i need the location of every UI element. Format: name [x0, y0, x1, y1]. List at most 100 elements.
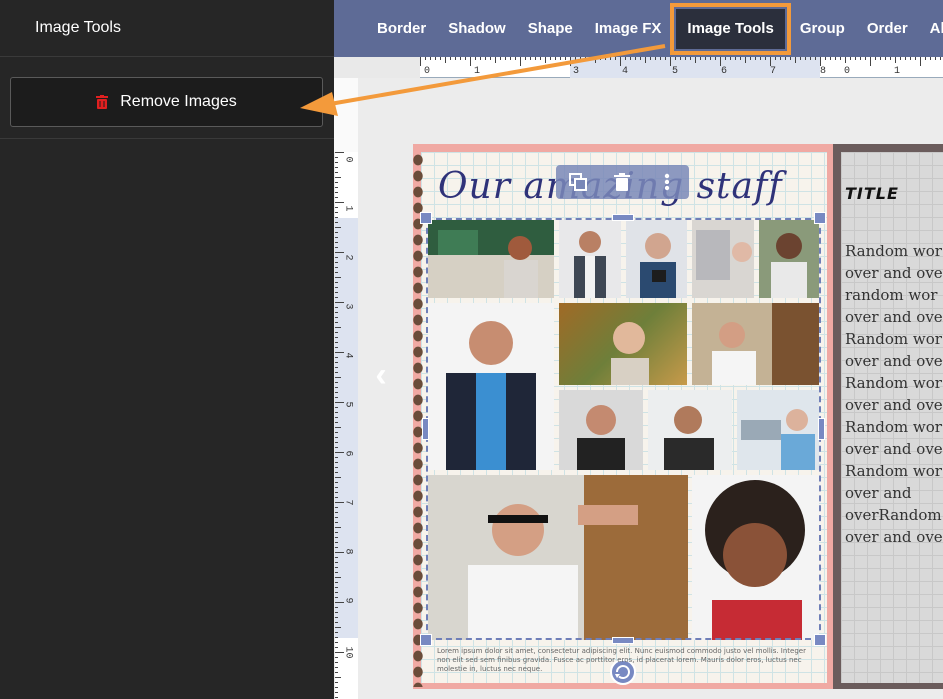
ruler-tick — [535, 57, 536, 60]
ruler-tick — [335, 447, 338, 448]
ruler-number: 1 — [894, 66, 901, 77]
ruler-tick — [460, 57, 461, 60]
tab-shape[interactable]: Shape — [517, 0, 584, 57]
tab-border[interactable]: Border — [366, 0, 437, 57]
ruler-tick — [620, 57, 621, 66]
tab-align[interactable]: Alig — [919, 0, 943, 57]
ruler-tick — [335, 382, 338, 383]
ruler-tick — [790, 57, 791, 60]
ruler-tick — [335, 152, 344, 153]
ruler-tick — [335, 217, 338, 218]
resize-handle-top[interactable] — [612, 214, 634, 221]
ruler-tick — [335, 592, 338, 593]
ruler-tick — [915, 57, 916, 60]
ruler-tick — [335, 487, 338, 488]
ruler-tick — [335, 687, 338, 688]
ruler-tick — [705, 57, 706, 60]
ruler-tick — [335, 647, 338, 648]
image-selection-box[interactable] — [426, 218, 821, 640]
sidebar-title: Image Tools — [35, 19, 121, 36]
ruler-tick — [335, 637, 338, 638]
ruler-tick — [420, 57, 421, 66]
resize-handle-bottom[interactable] — [612, 637, 634, 644]
ruler-tick — [785, 57, 786, 60]
ruler-tick — [335, 317, 338, 318]
ruler-tick — [845, 57, 846, 63]
ruler-tick — [335, 347, 338, 348]
page-right-text[interactable]: Random wor over and ove random wor over … — [845, 240, 943, 548]
ruler-tick — [505, 57, 506, 60]
ruler-tick — [750, 57, 751, 60]
ruler-tick — [840, 57, 841, 60]
ruler-tick — [635, 57, 636, 60]
ruler-tick — [675, 57, 676, 60]
tab-order[interactable]: Order — [856, 0, 919, 57]
ruler-tick — [700, 57, 701, 60]
ruler-tick — [465, 57, 466, 60]
ruler-tick — [335, 497, 338, 498]
ruler-tick — [520, 57, 521, 66]
ruler-tick — [335, 442, 338, 443]
ruler-tick — [335, 202, 344, 203]
duplicate-icon[interactable] — [567, 171, 589, 193]
ruler-tick — [335, 357, 338, 358]
ruler-tick — [615, 57, 616, 60]
ruler-number: 0 — [424, 66, 431, 77]
resize-handle-top-left[interactable] — [420, 212, 432, 224]
ruler-number: 5 — [672, 66, 679, 77]
ruler-tick — [335, 517, 338, 518]
resize-handle-bottom-right[interactable] — [814, 634, 826, 646]
ruler-tick — [335, 192, 338, 193]
ruler-tick — [335, 297, 338, 298]
ruler-tick — [335, 582, 338, 583]
ruler-tick — [595, 57, 596, 63]
ruler-tick — [335, 247, 338, 248]
ruler-tick — [745, 57, 746, 63]
tab-shadow[interactable]: Shadow — [437, 0, 517, 57]
ruler-tick — [605, 57, 606, 60]
ruler-tick — [335, 237, 338, 238]
ruler-tick — [555, 57, 556, 60]
ruler-tick — [485, 57, 486, 60]
ruler-tick — [440, 57, 441, 60]
resize-handle-top-right[interactable] — [814, 212, 826, 224]
ruler-tick — [455, 57, 456, 60]
ruler-tick — [335, 312, 338, 313]
ruler-number: 7 — [342, 499, 354, 506]
ruler-tick — [475, 57, 476, 60]
ruler-number: 0 — [342, 156, 354, 163]
ruler-number: 0 — [844, 66, 851, 77]
ruler-tick — [940, 57, 941, 60]
tab-group[interactable]: Group — [789, 0, 856, 57]
resize-handle-right[interactable] — [818, 418, 825, 440]
ruler-tick — [890, 57, 891, 60]
ruler-tick — [335, 412, 338, 413]
ruler-tick — [335, 482, 338, 483]
tab-image-fx[interactable]: Image FX — [584, 0, 673, 57]
prev-page-chevron-icon[interactable]: ‹ — [366, 358, 396, 392]
remove-images-button[interactable]: Remove Images — [10, 77, 323, 127]
page-right-title[interactable]: TITLE — [845, 184, 899, 203]
ruler-tick — [900, 57, 901, 60]
more-options-icon[interactable] — [656, 171, 678, 193]
ruler-tick — [425, 57, 426, 60]
ruler-tick — [575, 57, 576, 60]
resize-handle-left[interactable] — [422, 418, 429, 440]
ruler-tick — [335, 452, 344, 453]
ruler-tick — [335, 387, 338, 388]
ruler-tick — [775, 57, 776, 60]
tab-image-tools[interactable]: Image Tools — [670, 2, 791, 55]
ruler-tick — [795, 57, 796, 63]
delete-icon[interactable] — [611, 171, 633, 193]
ruler-tick — [335, 477, 341, 478]
ruler-tick — [495, 57, 496, 63]
ruler-tick — [780, 57, 781, 60]
ruler-tick — [810, 57, 811, 60]
ruler-selection-band — [335, 218, 358, 638]
ruler-tick — [335, 277, 341, 278]
ruler-tick — [335, 352, 344, 353]
resize-handle-bottom-left[interactable] — [420, 634, 432, 646]
ruler-tick — [910, 57, 911, 60]
page-caption-text[interactable]: Lorem ipsum dolor sit amet, consectetur … — [437, 647, 810, 674]
ruler-tick — [715, 57, 716, 60]
